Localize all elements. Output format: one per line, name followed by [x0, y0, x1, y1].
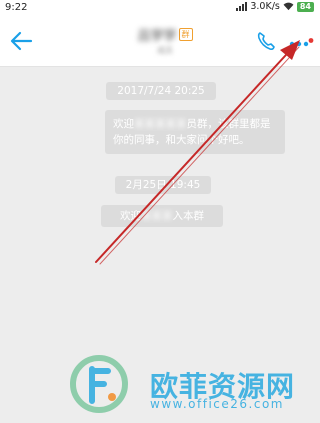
network-speed: 3.0K/s [250, 1, 280, 12]
chat-title-area[interactable]: 吕学学群 成员 [120, 24, 210, 60]
timestamp-1: 2017/7/24 20:25 [106, 82, 216, 100]
status-bar: 9:22 3.0K/s 84 [0, 0, 320, 16]
site-watermark: 欧菲资源网 www.office26.com [70, 355, 320, 415]
message-1-hidden-name: 某某某某某 [134, 118, 187, 130]
signal-icon [236, 2, 248, 11]
system-message-1: 欢迎某某某某某员群，该群里都是你的同事，和大家问个好吧。 [105, 110, 285, 154]
chat-subtitle: 成员 [157, 46, 173, 55]
message-2-prefix: 欢迎 [120, 210, 141, 222]
notification-dot [308, 38, 314, 43]
message-2-suffix: 入本群 [172, 210, 205, 222]
group-tag: 群 [178, 28, 193, 41]
wifi-icon [283, 2, 294, 11]
chat-title: 吕学学 [137, 29, 177, 44]
office-logo-icon [70, 355, 128, 413]
more-dots-icon[interactable] [288, 38, 316, 48]
system-message-2: 欢迎某某某入本群 [101, 205, 223, 227]
phone-icon[interactable] [256, 30, 276, 52]
battery-indicator: 84 [296, 1, 314, 12]
message-2-hidden-name: 某某某 [141, 210, 173, 222]
back-arrow-icon[interactable] [9, 30, 33, 52]
status-indicators: 3.0K/s 84 [236, 1, 314, 12]
chat-header: 吕学学群 成员 [0, 16, 320, 67]
timestamp-2: 2月25日 19:45 [115, 176, 211, 194]
watermark-url: www.office26.com [150, 397, 284, 411]
status-time: 9:22 [5, 2, 28, 13]
message-1-prefix: 欢迎 [113, 118, 134, 130]
